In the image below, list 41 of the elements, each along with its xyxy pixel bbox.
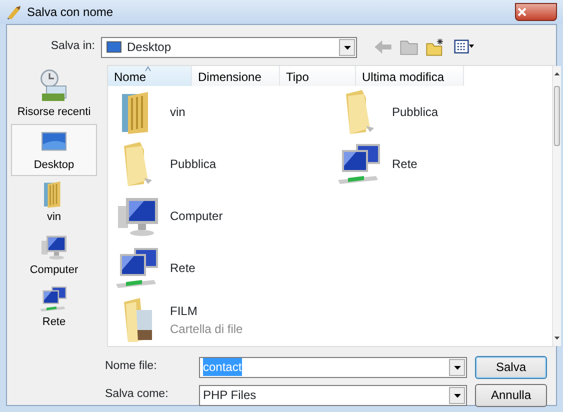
close-icon [516, 6, 528, 18]
location-label: Salva in: [50, 39, 96, 54]
file-item[interactable]: vin [108, 86, 330, 138]
file-name: Rete [170, 260, 196, 277]
column-header[interactable]: Ultima modifica [356, 66, 464, 86]
file-item[interactable]: Rete [330, 138, 552, 190]
file-name: vin [170, 104, 186, 121]
sidebar-item[interactable]: Computer [11, 228, 97, 281]
file-name: Rete [392, 156, 418, 173]
sidebar-item[interactable]: Desktop [11, 124, 97, 176]
file-item[interactable]: Pubblica [330, 86, 552, 138]
column-header[interactable]: Dimensione [192, 66, 280, 86]
sidebar-item[interactable]: Risorse recenti [11, 65, 97, 124]
file-item[interactable]: Pubblica [108, 138, 330, 190]
monitor-icon [105, 40, 123, 54]
sidebar-item[interactable]: Rete [11, 281, 97, 334]
input-field[interactable]: PHP Files [199, 384, 467, 406]
location-dropdown[interactable]: Desktop [101, 36, 357, 58]
close-button[interactable] [515, 3, 557, 21]
cancel-button[interactable]: Annulla [475, 384, 547, 406]
network-icon [39, 284, 69, 314]
scroll-down-icon [553, 334, 561, 342]
file-name: Pubblica [170, 156, 216, 173]
pen-icon [6, 4, 22, 20]
scroll-up-icon [553, 70, 561, 78]
file-item[interactable]: FILM Cartella di file [108, 294, 330, 346]
field-label: Salva come: [105, 387, 170, 402]
scrollbar[interactable] [552, 66, 561, 346]
sidebar-item[interactable]: vin [11, 176, 97, 228]
file-type-text: Cartella di file [170, 321, 243, 338]
file-item[interactable]: Computer [108, 190, 330, 242]
new-folder-icon[interactable] [425, 37, 445, 57]
save-button[interactable]: Salva [475, 356, 547, 378]
file-name: Pubblica [392, 104, 438, 121]
file-name: FILM [170, 303, 198, 320]
file-item[interactable]: Rete [108, 242, 330, 294]
column-header[interactable]: Tipo [280, 66, 356, 86]
field-label: Nome file: [105, 359, 158, 374]
file-name: Computer [170, 208, 223, 225]
column-header[interactable]: Nome [108, 66, 192, 86]
window-title: Salva con nome [27, 4, 114, 21]
